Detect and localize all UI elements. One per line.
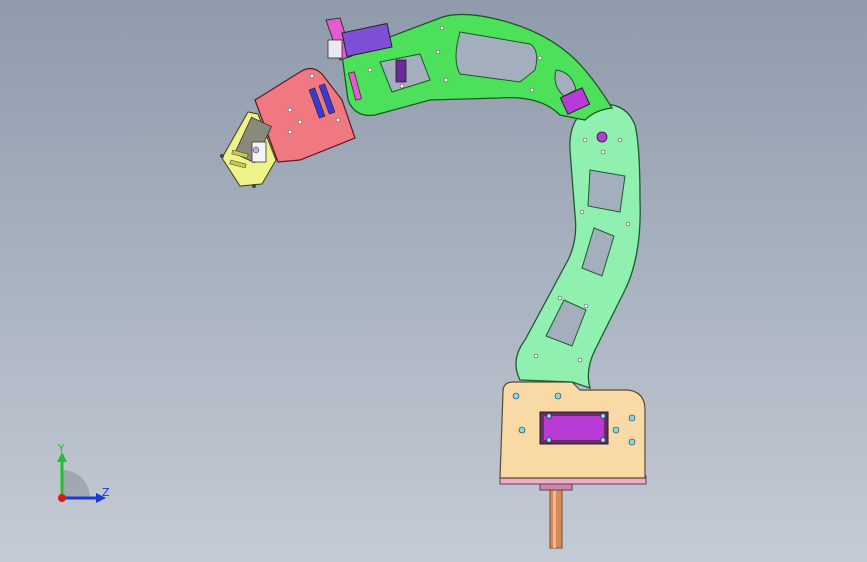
base-servo[interactable]	[539, 411, 609, 445]
lower-arm-cutout	[587, 169, 626, 213]
lower-arm[interactable]	[515, 103, 641, 390]
base-shaft	[549, 483, 563, 549]
base-hole	[512, 392, 520, 400]
base-hole	[518, 426, 526, 434]
y-axis-label: Y	[57, 442, 65, 455]
robot-arm-model[interactable]	[0, 0, 867, 562]
coordinate-triad: Y Z	[57, 442, 110, 503]
cad-viewport[interactable]: Y Z	[0, 0, 867, 562]
elbow-joint-hole	[596, 131, 608, 143]
base-hole	[628, 438, 636, 446]
base-hole	[628, 414, 636, 422]
base-hole	[554, 392, 562, 400]
triad-quadrant	[62, 470, 90, 498]
z-axis-label: Z	[102, 486, 110, 499]
base-hole	[612, 426, 620, 434]
origin-dot	[58, 494, 66, 502]
